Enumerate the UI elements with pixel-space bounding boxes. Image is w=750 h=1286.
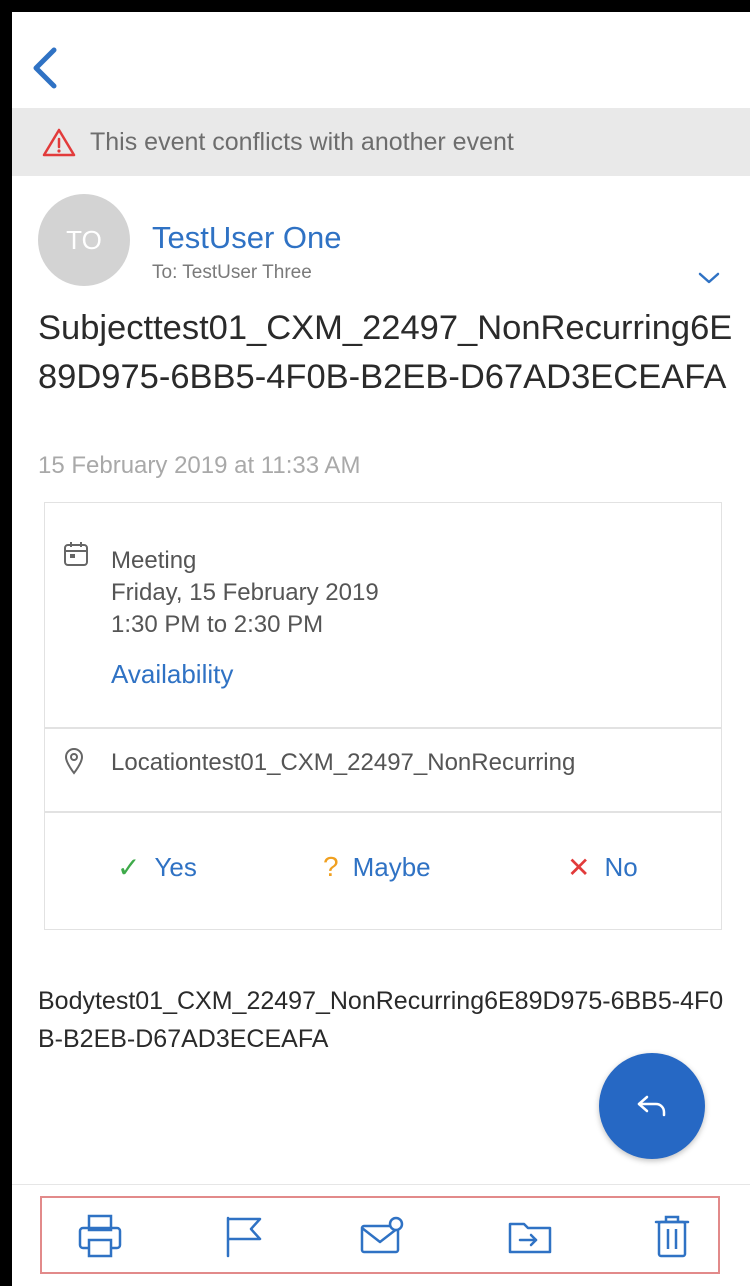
move-button[interactable] xyxy=(506,1212,554,1260)
message-body: Bodytest01_CXM_22497_NonRecurring6E89D97… xyxy=(38,987,724,1053)
flag-button[interactable] xyxy=(220,1212,268,1260)
calendar-icon xyxy=(63,541,89,567)
delete-icon xyxy=(654,1215,690,1258)
event-location: Locationtest01_CXM_22497_NonRecurring xyxy=(111,749,576,776)
mark-unread-icon xyxy=(360,1216,404,1254)
event-type: Meeting xyxy=(111,547,197,574)
conflict-banner: This event conflicts with another event xyxy=(12,108,750,176)
rsvp-maybe-label: Maybe xyxy=(352,851,431,882)
location-pin-icon xyxy=(63,747,85,775)
message-datetime: 15 February 2019 at 11:33 AM xyxy=(38,452,361,479)
rsvp-yes-label: Yes xyxy=(154,852,197,882)
rsvp-maybe-button[interactable]: ? Maybe xyxy=(323,851,431,883)
availability-link[interactable]: Availability xyxy=(111,659,233,690)
chevron-down-icon xyxy=(698,272,720,284)
toolbar-divider xyxy=(12,1184,750,1185)
event-message-screen: This event conflicts with another event … xyxy=(12,12,750,1286)
rsvp-no-label: No xyxy=(604,852,638,882)
divider xyxy=(45,727,721,729)
expand-details-button[interactable] xyxy=(694,268,724,288)
event-card: Meeting Friday, 15 February 2019 1:30 PM… xyxy=(44,502,722,930)
rsvp-yes-button[interactable]: ✓ Yes xyxy=(117,851,197,884)
avatar[interactable]: TO xyxy=(38,194,130,286)
event-time: 1:30 PM to 2:30 PM xyxy=(111,611,324,638)
delete-button[interactable] xyxy=(648,1212,696,1260)
conflict-banner-text: This event conflicts with another event xyxy=(90,127,514,156)
rsvp-no-button[interactable]: ✕ No xyxy=(567,851,638,884)
event-date: Friday, 15 February 2019 xyxy=(111,579,379,606)
move-icon xyxy=(508,1222,552,1254)
flag-icon xyxy=(226,1216,262,1258)
question-mark-icon: ? xyxy=(323,851,339,882)
sender-name[interactable]: TestUser One xyxy=(152,220,342,256)
bottom-toolbar xyxy=(40,1196,720,1274)
chevron-left-icon xyxy=(33,47,57,89)
recipient-line: To: TestUser Three xyxy=(152,262,312,283)
back-button[interactable] xyxy=(26,44,66,92)
print-icon xyxy=(78,1214,122,1258)
message-subject: Subjecttest01_CXM_22497_NonRecurring6E89… xyxy=(38,309,733,396)
mark-unread-button[interactable] xyxy=(358,1212,406,1260)
print-button[interactable] xyxy=(76,1212,124,1260)
reply-icon xyxy=(637,1095,666,1117)
top-bar xyxy=(12,12,750,108)
reply-button[interactable] xyxy=(599,1053,705,1159)
warning-triangle-icon xyxy=(42,127,76,157)
close-icon: ✕ xyxy=(567,852,591,883)
divider xyxy=(45,811,721,813)
checkmark-icon: ✓ xyxy=(117,852,141,883)
